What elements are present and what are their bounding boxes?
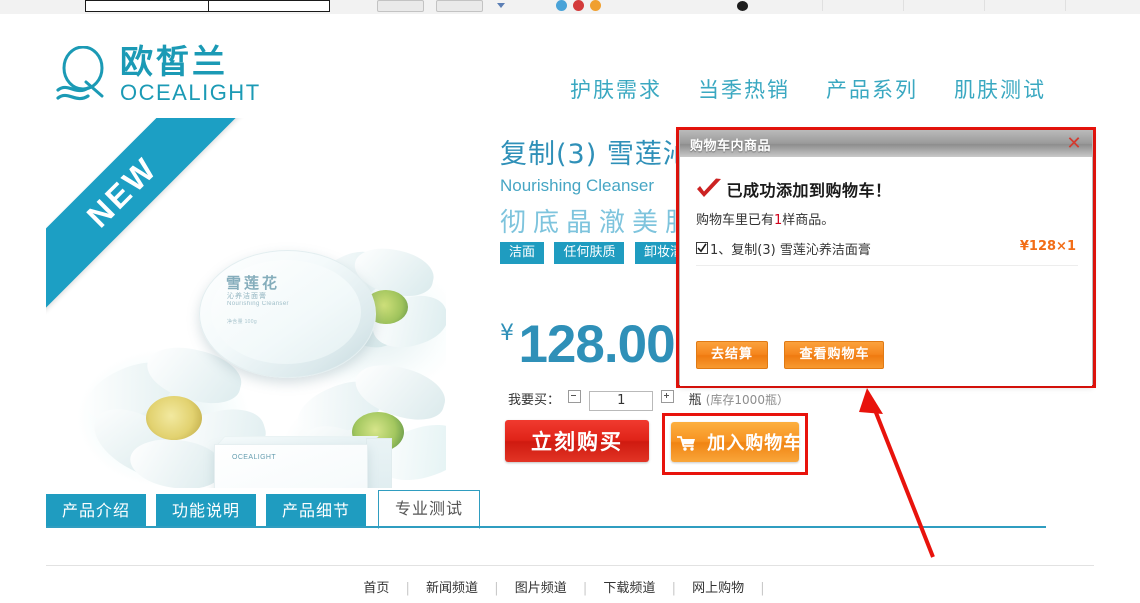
footer-link-home[interactable]: 首页 <box>363 581 389 596</box>
footer-divider-glyph: | <box>582 581 588 596</box>
nav-item-skincare-needs[interactable]: 护肤需求 <box>570 74 662 104</box>
add-to-cart-label: 加入购物车 <box>707 432 803 454</box>
footer-links: 首页 | 新闻频道 | 图片频道 | 下载频道 | 网上购物 | <box>0 577 1140 596</box>
cart-dialog-title: 购物车内商品 <box>690 139 772 154</box>
footer-divider-glyph: | <box>405 581 410 596</box>
cart-item-name: 1、复制(3) 雪莲沁养洁面膏 <box>710 243 871 258</box>
browser-icon-orange[interactable] <box>590 0 601 11</box>
product-photo: 雪莲花 沁养洁面膏 Nourishing Cleanser 净含量 100g O… <box>46 118 446 488</box>
quantity-selector: 我要买： 瓶 (库存1000瓶） <box>508 389 789 411</box>
product-subtitle: Nourishing Cleanser <box>500 176 655 195</box>
tab-function-desc[interactable]: 功能说明 <box>156 494 256 527</box>
tab-product-details[interactable]: 产品细节 <box>266 494 366 527</box>
product-image-gallery[interactable]: 雪莲花 沁养洁面膏 Nourishing Cleanser 净含量 100g O… <box>46 118 446 488</box>
jar-subtitle-cn: 沁养洁面膏 <box>227 292 267 300</box>
red-check-icon <box>696 178 726 204</box>
browser-search-bar[interactable] <box>208 0 330 12</box>
chrome-divider <box>1065 0 1066 11</box>
cart-dialog-body: 已成功添加到购物车！ 购物车里已有1样商品。 1、复制(3) 雪莲沁养洁面膏 ¥… <box>680 157 1092 386</box>
product-slogan: 彻底晶澈美肌 <box>500 208 699 238</box>
browser-button-1[interactable] <box>377 0 424 12</box>
view-cart-button[interactable]: 查看购物车 <box>784 341 885 369</box>
cart-count-prefix: 购物车里已有 <box>696 213 775 228</box>
quantity-plus-icon[interactable] <box>661 390 675 403</box>
nav-item-seasonal-hot[interactable]: 当季热销 <box>698 74 790 104</box>
add-to-cart-highlight-box: 加入购物车 <box>662 413 808 475</box>
chrome-divider <box>984 0 985 11</box>
tab-underline <box>46 526 1046 528</box>
page-body: 欧皙兰 OCEALIGHT 护肤需求 当季热销 产品系列 肌肤测试 雪莲花 沁养… <box>0 14 1140 603</box>
nav-item-skin-test[interactable]: 肌肤测试 <box>954 74 1046 104</box>
footer-divider <box>46 565 1094 566</box>
footer-divider-glyph: | <box>494 581 499 596</box>
nav-item-product-series[interactable]: 产品系列 <box>826 74 918 104</box>
chevron-down-icon[interactable] <box>497 3 505 8</box>
ocealight-wave-logo-icon <box>56 45 116 104</box>
footer-link-download[interactable]: 下载频道 <box>603 581 655 596</box>
red-arrow-icon <box>855 384 985 559</box>
site-header: 欧皙兰 OCEALIGHT 护肤需求 当季热销 产品系列 肌肤测试 <box>0 14 1140 114</box>
close-x-icon[interactable]: ✕ <box>1064 133 1084 153</box>
logo-english-name: OCEALIGHT <box>120 80 261 105</box>
product-detail-tabs: 产品介绍 功能说明 产品细节 专业测试 <box>46 490 1046 530</box>
cart-dialog-actions: 去结算 查看购物车 <box>696 341 896 371</box>
cart-count-suffix: 样商品。 <box>782 213 835 228</box>
checkout-button[interactable]: 去结算 <box>696 341 769 369</box>
footer-link-news[interactable]: 新闻频道 <box>426 581 478 596</box>
cart-success-text: 已成功添加到购物车！ <box>726 181 892 200</box>
cart-item-row: 1、复制(3) 雪莲沁养洁面膏 ¥128×1 <box>696 239 1078 266</box>
main-navigation: 护肤需求 当季热销 产品系列 肌肤测试 <box>570 74 1070 108</box>
quantity-minus-icon[interactable] <box>568 390 582 403</box>
tab-professional-test[interactable]: 专业测试 <box>378 490 480 529</box>
product-box: OCEALIGHT 雪莲花 沁养洁面膏 Nourishing Cleanser … <box>214 436 392 488</box>
price-currency-symbol: ¥ <box>500 321 514 346</box>
footer-link-images[interactable]: 图片频道 <box>515 581 567 596</box>
stock-count: (库存1000瓶） <box>705 393 789 407</box>
cart-item-price: ¥128×1 <box>1019 239 1076 254</box>
footer-divider-glyph: | <box>760 581 765 596</box>
footer-divider-glyph: | <box>671 581 676 596</box>
cart-dialog-titlebar: 购物车内商品 ✕ <box>680 131 1092 158</box>
add-to-cart-button[interactable]: 加入购物车 <box>671 422 803 462</box>
browser-button-2[interactable] <box>436 0 483 12</box>
jar-brand-cn: 雪莲花 <box>226 274 281 292</box>
cart-item-checkbox[interactable] <box>696 241 708 254</box>
tab-product-intro[interactable]: 产品介绍 <box>46 494 146 527</box>
jar-subtitle-en: Nourishing Cleanser <box>227 301 289 307</box>
browser-toolbar-strip <box>0 0 1140 15</box>
product-price: ¥ 128.00 <box>500 314 676 374</box>
browser-icon-dark[interactable] <box>737 1 748 11</box>
product-tag-skintype[interactable]: 任何肤质 <box>554 242 625 264</box>
quantity-label: 我要买： <box>508 393 561 408</box>
box-side-face <box>366 438 392 488</box>
jar-lid <box>199 250 376 378</box>
quantity-unit: 瓶 <box>688 393 702 408</box>
box-logo: OCEALIGHT <box>232 454 277 461</box>
buy-now-button[interactable]: 立刻购买 <box>505 420 649 462</box>
chrome-divider <box>903 0 904 11</box>
browser-icon-red[interactable] <box>573 0 584 11</box>
footer-link-shopping[interactable]: 网上购物 <box>692 581 744 596</box>
product-tag-cleanse[interactable]: 洁面 <box>500 242 545 264</box>
jar-net-weight: 净含量 100g <box>227 319 257 325</box>
cart-dialog: 购物车内商品 ✕ 已成功添加到购物车！ 购物车里已有1样商品。 1、复制(3) … <box>679 130 1093 386</box>
cart-success-message: 已成功添加到购物车！ <box>696 177 891 201</box>
chrome-divider <box>822 0 823 11</box>
product-jar: 雪莲花 沁养洁面膏 Nourishing Cleanser 净含量 100g <box>199 250 376 380</box>
shopping-cart-icon <box>676 435 696 456</box>
browser-icon-blue[interactable] <box>556 0 567 11</box>
box-front-face <box>214 444 368 488</box>
quantity-input[interactable] <box>589 390 654 411</box>
cart-count-line: 购物车里已有1样商品。 <box>696 209 834 228</box>
site-logo[interactable]: 欧皙兰 OCEALIGHT <box>56 42 259 106</box>
logo-chinese-name: 欧皙兰 <box>120 42 228 81</box>
price-amount: 128.00 <box>518 315 675 374</box>
